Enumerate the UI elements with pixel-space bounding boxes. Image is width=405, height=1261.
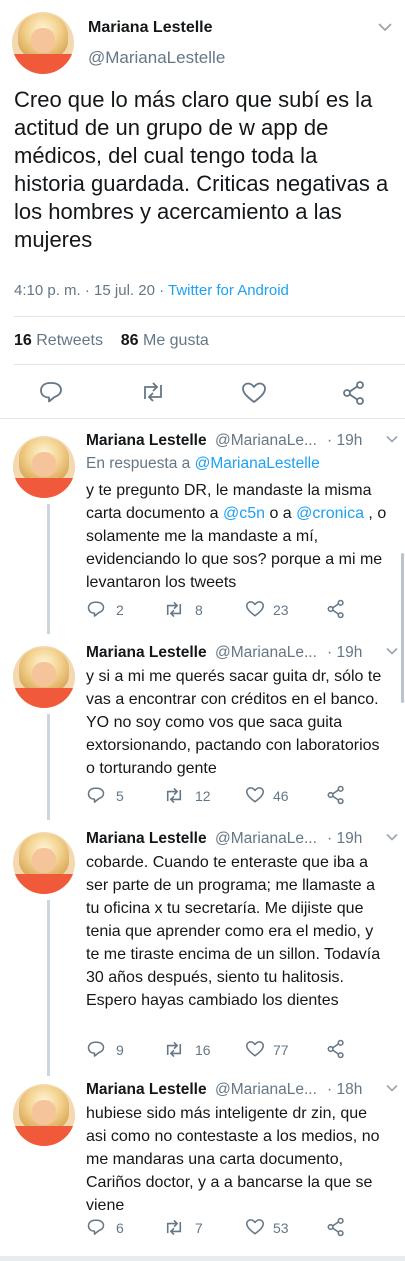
like-count: 53 [273,1220,289,1236]
reply-tweet[interactable]: Mariana Lestelle @MarianaLe... · 19h En … [0,418,405,634]
likes-stat[interactable]: 86 Me gusta [121,332,209,349]
reply-count: 9 [116,1042,124,1058]
like-icon[interactable] [245,600,265,618]
share-icon[interactable] [326,1217,346,1237]
retweet-icon[interactable] [163,1040,185,1059]
tweet-text: y si a mi me querés sacar guita dr, sólo… [86,668,382,777]
tweet-time: · 19h [327,432,363,449]
like-count: 46 [273,788,289,804]
reply-icon[interactable] [86,1218,106,1236]
chevron-down-icon[interactable] [386,1084,398,1092]
tweet-time: · 19h [327,830,363,847]
chevron-down-icon[interactable] [386,647,398,655]
divider [14,364,405,365]
reply-count: 2 [116,602,124,618]
reply-count: 6 [116,1220,124,1236]
tweet-time: · 19h [327,644,363,661]
tweet-date: 15 jul. 20 [94,282,155,299]
tweet-text: Creo que lo más claro que subí es la act… [14,87,389,252]
chevron-down-icon[interactable] [386,435,398,443]
author-name[interactable]: Mariana Lestelle [86,830,207,848]
share-icon[interactable] [326,1039,346,1059]
reply-icon[interactable] [86,1040,106,1058]
tweet-actions [0,372,405,412]
author-name[interactable]: Mariana Lestelle [86,644,207,662]
share-icon[interactable] [341,380,367,406]
avatar[interactable] [12,12,74,74]
mention-link[interactable]: @c5n [223,505,265,522]
avatar[interactable] [13,1084,75,1146]
main-tweet: Mariana Lestelle @MarianaLestelle Creo q… [0,0,405,418]
bottom-edge [0,1256,405,1261]
in-reply-to: En respuesta a @MarianaLestelle [86,455,320,472]
like-icon[interactable] [245,786,265,804]
tweet-text: cobarde. Cuando te enteraste que iba a s… [86,854,381,1009]
reply-tweet[interactable]: Mariana Lestelle @MarianaLe... · 19h y s… [0,634,405,820]
tweet-text: hubiese sido más inteligente dr zin, que… [86,1105,380,1214]
like-icon[interactable] [245,1040,265,1058]
avatar[interactable] [13,436,75,498]
like-icon[interactable] [245,1218,265,1236]
author-handle[interactable]: @MarianaLe... [215,830,317,848]
like-count: 77 [273,1042,289,1058]
tweet-stats: 16 Retweets 86 Me gusta [14,332,209,350]
author-handle[interactable]: @MarianaLe... [215,644,317,662]
avatar[interactable] [13,646,75,708]
reply-tweet[interactable]: Mariana Lestelle @MarianaLe... · 18h hub… [0,1076,405,1256]
thread-line [47,714,50,820]
avatar[interactable] [13,832,75,894]
author-handle[interactable]: @MarianaLe... [215,432,317,450]
retweet-count: 8 [195,602,203,618]
mention-link[interactable]: @cronica [296,505,364,522]
author-name[interactable]: Mariana Lestelle [86,1081,207,1099]
retweet-count: 12 [195,788,211,804]
retweets-stat[interactable]: 16 Retweets [14,332,103,349]
reply-icon[interactable] [86,786,106,804]
reply-icon[interactable] [38,380,64,404]
tweet-time: 4:10 p. m. [14,282,81,299]
like-icon[interactable] [241,381,267,405]
tweet-text: y te pregunto DR, le mandaste la misma c… [86,482,387,591]
tweet-source-link[interactable]: Twitter for Android [168,282,289,299]
retweet-icon[interactable] [163,600,185,619]
retweet-count: 16 [195,1042,211,1058]
retweet-icon[interactable] [163,1218,185,1237]
like-count: 23 [273,602,289,618]
author-handle[interactable]: @MarianaLe... [215,1081,317,1099]
author-name[interactable]: Mariana Lestelle [88,19,213,37]
scrollbar[interactable] [401,553,404,703]
author-name[interactable]: Mariana Lestelle [86,432,207,450]
reply-tweet[interactable]: Mariana Lestelle @MarianaLe... · 19h cob… [0,820,405,1076]
retweet-icon[interactable] [163,786,185,805]
thread-line [47,504,50,634]
chevron-down-icon[interactable] [386,833,398,841]
thread-line [47,900,50,1076]
retweet-icon[interactable] [139,380,167,404]
author-handle[interactable]: @MarianaLestelle [88,48,225,68]
reply-icon[interactable] [86,600,106,618]
divider [14,316,405,317]
chevron-down-icon[interactable] [378,22,392,32]
reply-count: 5 [116,788,124,804]
share-icon[interactable] [326,599,346,619]
tweet-time: · 18h [327,1081,363,1098]
retweet-count: 7 [195,1220,203,1236]
share-icon[interactable] [326,785,346,805]
mention-link[interactable]: @MarianaLestelle [195,455,320,472]
tweet-meta: 4:10 p. m. · 15 jul. 20 · Twitter for An… [14,282,289,299]
